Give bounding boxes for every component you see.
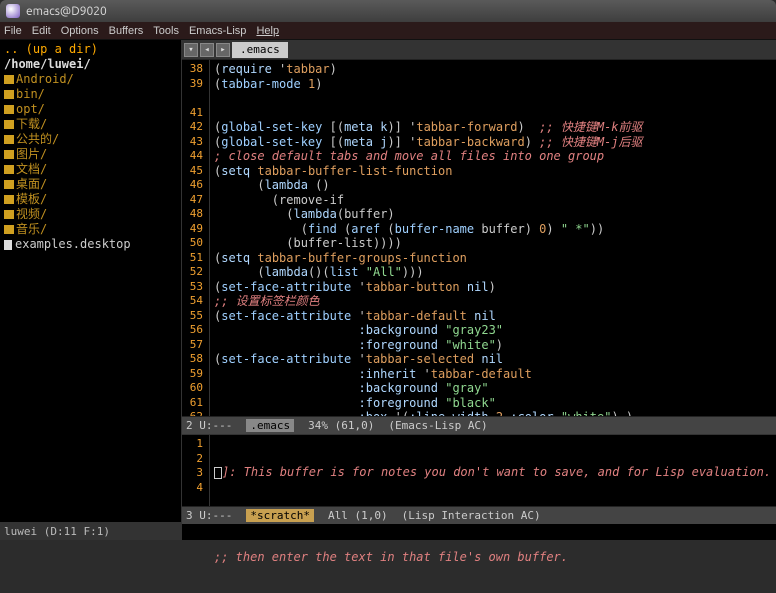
sidebar-item[interactable]: examples.desktop — [4, 237, 177, 252]
tab-bar: ▾ ◂ ▸ .emacs — [182, 40, 776, 60]
folder-icon — [4, 75, 14, 84]
modeline2-position: All (1,0) — [328, 509, 388, 522]
menu-bar: File Edit Options Buffers Tools Emacs-Li… — [0, 22, 776, 40]
minibuffer[interactable] — [182, 524, 776, 540]
sidebar-item[interactable]: 模板/ — [4, 192, 177, 207]
tab-active[interactable]: .emacs — [232, 42, 288, 58]
menu-file[interactable]: File — [4, 25, 22, 37]
menu-tools[interactable]: Tools — [153, 25, 179, 37]
line-gutter: 3839414243444546474849505152535455565758… — [182, 60, 210, 416]
tabbar-scroll-right-icon[interactable]: ▸ — [216, 43, 230, 57]
sidebar-item[interactable]: 公共的/ — [4, 132, 177, 147]
cursor — [214, 467, 222, 479]
menu-options[interactable]: Options — [61, 25, 99, 37]
modeline-position: 34% (61,0) — [308, 419, 374, 432]
sidebar-item[interactable]: bin/ — [4, 87, 177, 102]
menu-help[interactable]: Help — [256, 25, 279, 37]
sidebar-item[interactable]: 图片/ — [4, 147, 177, 162]
sidebar-item[interactable]: 音乐/ — [4, 222, 177, 237]
folder-icon — [4, 150, 14, 159]
folder-icon — [4, 225, 14, 234]
modeline2-buffer: *scratch* — [246, 509, 314, 522]
folder-icon — [4, 180, 14, 189]
file-icon — [4, 240, 12, 250]
window-title-bar: emacs@D9020 — [0, 0, 776, 22]
modeline2-state: 3 U:--- — [186, 509, 232, 522]
scratch-pane[interactable]: 1234 ]: This buffer is for notes you don… — [182, 434, 776, 506]
sidebar-item[interactable]: 桌面/ — [4, 177, 177, 192]
editor-pane: ▾ ◂ ▸ .emacs 383941424344454647484950515… — [182, 40, 776, 540]
up-dir[interactable]: .. (up a dir) — [4, 42, 177, 57]
main-area: .. (up a dir) /home/luwei/ Android/bin/o… — [0, 40, 776, 540]
sidebar-item[interactable]: 文档/ — [4, 162, 177, 177]
folder-icon — [4, 120, 14, 129]
modeline-mode: (Emacs-Lisp AC) — [388, 419, 487, 432]
sidebar-item[interactable]: 下载/ — [4, 117, 177, 132]
speedbar[interactable]: .. (up a dir) /home/luwei/ Android/bin/o… — [0, 40, 182, 540]
window-title: emacs@D9020 — [26, 5, 107, 18]
modeline-main[interactable]: 2 U:--- .emacs 34% (61,0) (Emacs-Lisp AC… — [182, 416, 776, 434]
menu-buffers[interactable]: Buffers — [109, 25, 144, 37]
code-area[interactable]: 3839414243444546474849505152535455565758… — [182, 60, 776, 416]
sidebar-item[interactable]: Android/ — [4, 72, 177, 87]
modeline-buffer: .emacs — [246, 419, 294, 432]
modeline-state: 2 U:--- — [186, 419, 232, 432]
folder-icon — [4, 90, 14, 99]
folder-icon — [4, 165, 14, 174]
tabbar-scroll-left-icon[interactable]: ◂ — [200, 43, 214, 57]
scratch-gutter: 1234 — [182, 435, 210, 506]
tabbar-scroll-home-icon[interactable]: ▾ — [184, 43, 198, 57]
sidebar-modeline: luwei (D:11 F:1) — [0, 522, 181, 540]
menu-edit[interactable]: Edit — [32, 25, 51, 37]
folder-icon — [4, 105, 14, 114]
modeline2-mode: (Lisp Interaction AC) — [402, 509, 541, 522]
modeline-scratch[interactable]: 3 U:--- *scratch* All (1,0) (Lisp Intera… — [182, 506, 776, 524]
menu-emacs-lisp[interactable]: Emacs-Lisp — [189, 25, 246, 37]
scratch-body[interactable]: ]: This buffer is for notes you don't wa… — [210, 435, 776, 506]
folder-icon — [4, 195, 14, 204]
current-path: /home/luwei/ — [4, 57, 177, 72]
folder-icon — [4, 135, 14, 144]
sidebar-item[interactable]: opt/ — [4, 102, 177, 117]
emacs-icon — [6, 4, 20, 18]
sidebar-item[interactable]: 视频/ — [4, 207, 177, 222]
code-body[interactable]: (require 'tabbar)(tabbar-mode 1)(global-… — [210, 60, 776, 416]
folder-icon — [4, 210, 14, 219]
